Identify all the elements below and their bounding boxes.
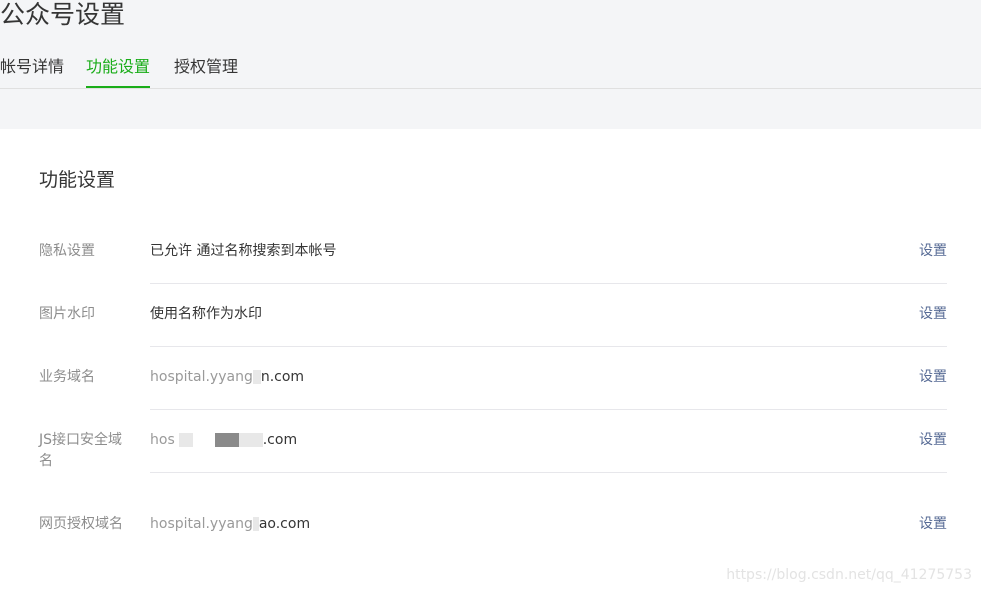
row-label: 网页授权域名 bbox=[39, 516, 123, 532]
domain-visible-part: hospital.yyang bbox=[150, 516, 253, 532]
tab-function-settings-label: 功能设置 bbox=[86, 57, 151, 76]
domain-suffix: ao.com bbox=[258, 516, 311, 532]
tab-authorization-management[interactable]: 授权管理 bbox=[174, 56, 238, 88]
tab-bar: 帐号详情 功能设置 授权管理 bbox=[0, 56, 981, 88]
row-label: 图片水印 bbox=[39, 306, 95, 322]
tab-account-details[interactable]: 帐号详情 bbox=[0, 56, 64, 88]
domain-visible-part: hospital.yyang bbox=[150, 369, 253, 385]
row-divider bbox=[150, 346, 947, 347]
domain-suffix: n.com bbox=[260, 369, 305, 385]
js-domain-settings-link[interactable]: 设置 bbox=[919, 430, 947, 450]
row-value: 已允许 通过名称搜索到本帐号 bbox=[150, 243, 337, 259]
blog-watermark: https://blog.csdn.net/qq_41275753 bbox=[726, 567, 972, 583]
redaction-block bbox=[178, 433, 193, 447]
web-auth-domain-settings-link[interactable]: 设置 bbox=[919, 514, 947, 534]
domain-visible-part: hos bbox=[150, 432, 175, 448]
row-divider bbox=[150, 409, 947, 410]
redaction-block bbox=[214, 433, 239, 447]
row-value: hos .com bbox=[150, 430, 297, 450]
row-divider bbox=[150, 283, 947, 284]
row-value: hospital.yyang n.com bbox=[150, 367, 304, 387]
business-domain-settings-link[interactable]: 设置 bbox=[919, 367, 947, 387]
row-value: hospital.yyang ao.com bbox=[150, 514, 310, 534]
redaction-block bbox=[238, 433, 263, 447]
row-label: 隐私设置 bbox=[39, 243, 95, 259]
watermark-settings-link[interactable]: 设置 bbox=[919, 304, 947, 324]
tab-function-settings[interactable]: 功能设置 bbox=[86, 56, 151, 88]
tabs-divider bbox=[0, 88, 981, 89]
privacy-settings-link[interactable]: 设置 bbox=[919, 241, 947, 261]
page-title: 公众号设置 bbox=[0, 0, 126, 29]
row-divider bbox=[150, 472, 947, 473]
domain-suffix: .com bbox=[262, 432, 298, 448]
row-label: 业务域名 bbox=[39, 369, 95, 385]
row-value: 使用名称作为水印 bbox=[150, 306, 262, 322]
row-label: JS接口安全域名 bbox=[39, 432, 123, 469]
section-title: 功能设置 bbox=[39, 169, 116, 191]
redaction-block bbox=[252, 370, 261, 384]
header-area: 公众号设置 帐号详情 功能设置 授权管理 bbox=[0, 0, 981, 129]
